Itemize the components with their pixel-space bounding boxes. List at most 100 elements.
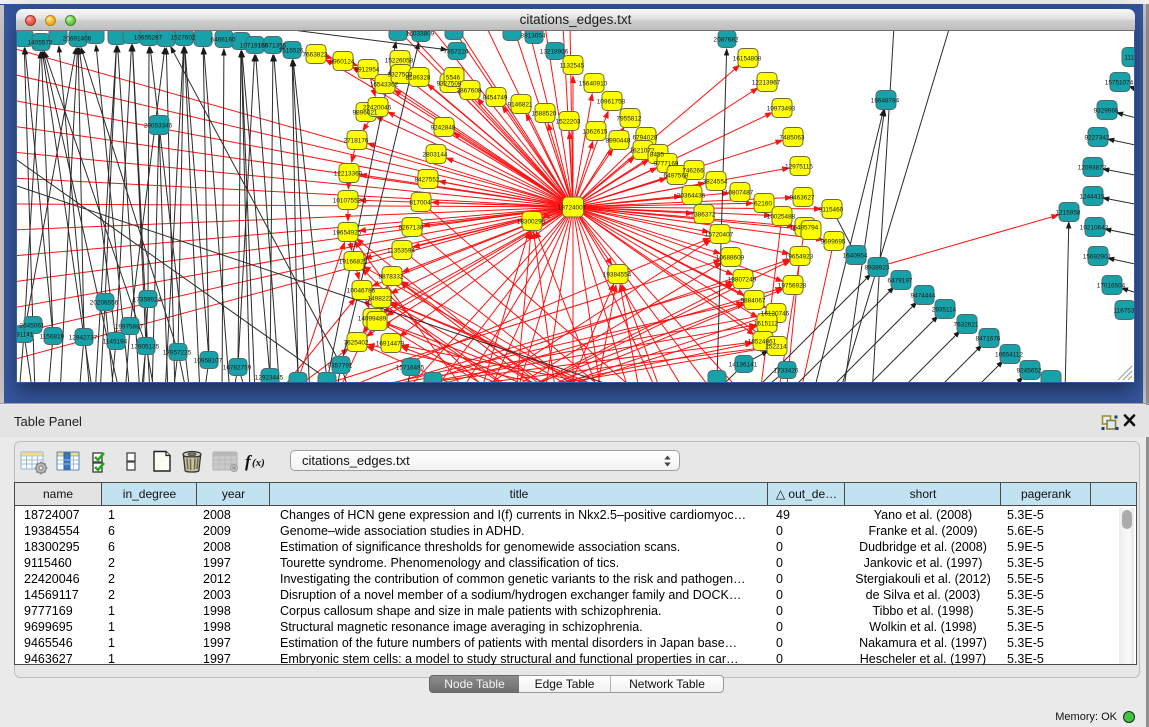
svg-text:10025488: 10025488 <box>767 214 796 221</box>
svg-text:6466160: 6466160 <box>211 37 236 44</box>
svg-text:15226058: 15226058 <box>385 58 414 65</box>
svg-text:1132545: 1132545 <box>560 63 585 70</box>
svg-text:8186328: 8186328 <box>406 75 431 82</box>
svg-text:62160: 62160 <box>754 201 772 208</box>
svg-text:10210643: 10210643 <box>1080 225 1109 232</box>
svg-text:10961758: 10961758 <box>597 99 626 106</box>
svg-text:7857224: 7857224 <box>444 49 469 56</box>
svg-text:9884067: 9884067 <box>741 298 766 305</box>
svg-text:19384554: 19384554 <box>603 272 632 279</box>
svg-text:17359924: 17359924 <box>133 297 162 304</box>
svg-text:22420046: 22420046 <box>363 105 392 112</box>
svg-text:7663822: 7663822 <box>303 52 328 59</box>
svg-text:19756928: 19756928 <box>778 283 807 290</box>
svg-text:16154808: 16154808 <box>733 56 762 63</box>
svg-text:16648784: 16648784 <box>871 98 900 105</box>
svg-text:6479197: 6479197 <box>888 278 913 285</box>
svg-text:1215958: 1215958 <box>1056 210 1081 217</box>
svg-text:11353594: 11353594 <box>387 248 415 255</box>
svg-text:1498222: 1498222 <box>368 296 393 303</box>
svg-text:8960124: 8960124 <box>330 59 355 66</box>
svg-text:116753: 116753 <box>1114 308 1134 315</box>
svg-text:9242848: 9242848 <box>431 125 456 132</box>
svg-text:16120746: 16120746 <box>761 311 790 318</box>
svg-text:18724007: 18724007 <box>558 205 587 212</box>
svg-text:12975115: 12975115 <box>785 164 813 171</box>
svg-text:20206556: 20206556 <box>90 300 119 307</box>
svg-text:17957225: 17957225 <box>163 350 192 357</box>
svg-text:12213369: 12213369 <box>334 171 363 178</box>
svg-text:9146821: 9146821 <box>508 102 533 109</box>
svg-text:1362615: 1362615 <box>583 129 608 136</box>
svg-text:10973493: 10973493 <box>767 106 796 113</box>
svg-text:1522203: 1522203 <box>556 119 581 126</box>
svg-text:7515526: 7515526 <box>279 48 304 55</box>
svg-text:2935114: 2935114 <box>932 307 957 314</box>
svg-text:14099489: 14099489 <box>358 316 387 323</box>
svg-text:1112: 1112 <box>1124 55 1134 62</box>
svg-text:9115460: 9115460 <box>819 207 844 214</box>
svg-text:29053346: 29053346 <box>144 123 173 130</box>
svg-text:8454749: 8454749 <box>483 95 508 102</box>
svg-text:6794028: 6794028 <box>633 135 658 142</box>
svg-text:2718176: 2718176 <box>344 138 369 145</box>
svg-text:9463627: 9463627 <box>790 195 815 202</box>
svg-text:1640954: 1640954 <box>843 253 868 260</box>
svg-text:12923445: 12923445 <box>255 375 284 382</box>
svg-text:7386372: 7386372 <box>691 212 716 219</box>
svg-text:1588520: 1588520 <box>532 111 557 118</box>
svg-text:391141: 391141 <box>17 332 34 339</box>
svg-text:1527602: 1527602 <box>171 35 196 42</box>
svg-text:10654112: 10654112 <box>995 352 1023 359</box>
svg-text:15720407: 15720407 <box>705 232 734 239</box>
svg-text:18300295: 18300295 <box>517 219 546 226</box>
svg-text:7955812: 7955812 <box>617 116 642 123</box>
svg-text:10807487: 10807487 <box>725 190 754 197</box>
svg-text:17016504: 17016504 <box>1097 283 1126 290</box>
svg-text:14136141: 14136141 <box>729 362 758 369</box>
svg-text:20691406: 20691406 <box>63 36 92 43</box>
svg-text:9777169: 9777169 <box>654 161 679 168</box>
svg-text:746266: 746266 <box>682 168 704 175</box>
svg-text:2867608: 2867608 <box>457 88 482 95</box>
svg-text:15640910: 15640910 <box>579 81 608 88</box>
svg-text:2803144: 2803144 <box>423 152 448 159</box>
svg-text:16914479: 16914479 <box>376 341 405 348</box>
svg-text:1156819: 1156819 <box>40 334 65 341</box>
svg-text:16495794: 16495794 <box>790 225 819 232</box>
svg-text:8471676: 8471676 <box>976 336 1001 343</box>
svg-text:1244415: 1244415 <box>1080 194 1105 201</box>
svg-text:8427552: 8427552 <box>415 177 440 184</box>
svg-text:15751074: 15751074 <box>1105 80 1134 87</box>
svg-text:12093872: 12093872 <box>1078 165 1107 172</box>
svg-text:1405572: 1405572 <box>28 40 53 47</box>
svg-text:9245652: 9245652 <box>1017 368 1042 375</box>
svg-text:19654925: 19654925 <box>333 230 362 237</box>
svg-text:19975887: 19975887 <box>115 324 144 331</box>
svg-text:817004: 817004 <box>409 200 431 207</box>
svg-text:18807249: 18807249 <box>728 277 757 284</box>
svg-text:9857791: 9857791 <box>328 363 353 370</box>
svg-text:19166825: 19166825 <box>339 259 368 266</box>
svg-text:10107552: 10107552 <box>333 198 362 205</box>
svg-text:12942737: 12942737 <box>69 335 98 342</box>
svg-text:9327508: 9327508 <box>437 81 462 88</box>
svg-text:7485063: 7485063 <box>780 135 805 142</box>
svg-text:8878332: 8878332 <box>379 274 404 281</box>
svg-text:3824554: 3824554 <box>703 179 728 186</box>
svg-text:12213967: 12213967 <box>752 80 781 87</box>
svg-text:10046786: 10046786 <box>347 288 376 295</box>
svg-text:10655287: 10655287 <box>134 35 163 42</box>
svg-text:252214: 252214 <box>765 344 787 351</box>
svg-text:8938923: 8938923 <box>865 265 890 272</box>
svg-text:5546: 5546 <box>446 75 461 82</box>
svg-text:2087682: 2087682 <box>714 37 739 44</box>
svg-text:20364436: 20364436 <box>677 193 706 200</box>
svg-text:9699695: 9699695 <box>821 239 846 246</box>
svg-text:9329966: 9329966 <box>1094 108 1119 115</box>
svg-text:16543362: 16543362 <box>370 82 399 89</box>
svg-text:7632621: 7632621 <box>954 322 979 329</box>
svg-text:8990448: 8990448 <box>606 138 631 145</box>
svg-text:1733426: 1733426 <box>774 368 799 375</box>
svg-text:9474444: 9474444 <box>911 293 936 300</box>
